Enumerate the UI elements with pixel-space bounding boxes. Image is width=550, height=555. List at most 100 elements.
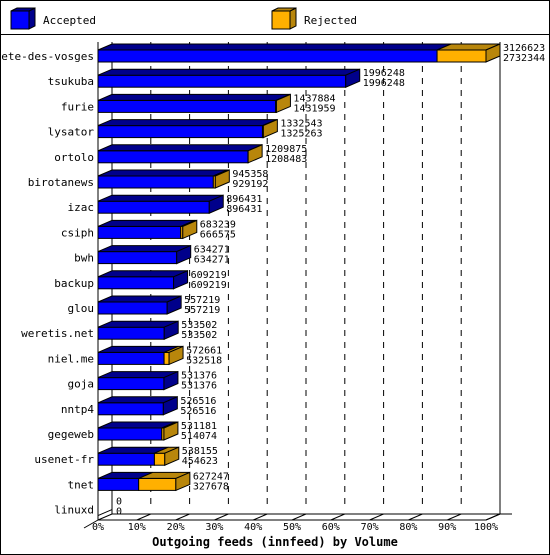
bar-accepted [97, 427, 163, 441]
bar-accepted [97, 200, 210, 214]
bar-accepted [97, 301, 168, 315]
bar-accepted-top [97, 43, 452, 51]
category-label: usenet-fr [34, 453, 94, 466]
category-label: bete-des-vosges [0, 50, 94, 63]
bar-accepted-top [97, 194, 224, 202]
bar-accepted-top [97, 169, 228, 177]
category-label: goja [68, 378, 95, 391]
category-label: ortolo [54, 151, 94, 164]
bar-accepted-top [97, 93, 290, 101]
x-tick-label: 90% [438, 522, 456, 533]
value-label-accepted: 1208483 [265, 154, 307, 165]
legend-swatch-rejected [271, 10, 291, 30]
x-tick-label: 0% [92, 522, 104, 533]
value-label-accepted: 454623 [182, 456, 218, 467]
bar-group [97, 93, 291, 114]
legend-swatch-rejected-side [289, 7, 297, 30]
x-tick-label: 10% [128, 522, 146, 533]
category-label: backup [54, 277, 94, 290]
bar-group [97, 270, 189, 290]
bar-accepted [97, 326, 165, 340]
x-tick-mark [175, 513, 190, 521]
bar-group [97, 370, 179, 391]
category-label: niel.me [48, 352, 94, 365]
bar-rejected [138, 477, 177, 491]
value-label-accepted: 327678 [193, 481, 229, 492]
value-label-accepted: 1431959 [293, 103, 335, 114]
category-label: lysator [48, 126, 95, 139]
x-tick-label: 20% [167, 522, 185, 533]
floor-right-edge [485, 513, 501, 521]
bar-group [97, 118, 278, 139]
bar-group [97, 446, 180, 466]
bar-group [97, 43, 501, 63]
bar-group [97, 421, 179, 441]
bar-group [97, 169, 230, 189]
category-label: tsukuba [48, 75, 94, 88]
category-label: tnet [68, 478, 95, 491]
category-label: birotanews [28, 176, 94, 189]
bar-accepted-top [97, 144, 263, 152]
x-tick-mark [408, 513, 423, 521]
bar-accepted-top [97, 219, 195, 227]
x-tick-label: 80% [399, 522, 417, 533]
value-label-accepted: 1325263 [280, 129, 322, 140]
category-label: furie [61, 100, 94, 113]
category-label: csiph [61, 226, 94, 239]
bar-group [97, 345, 184, 366]
bar-group [97, 396, 178, 416]
bar-group [97, 244, 192, 265]
bar-accepted [97, 276, 175, 290]
value-label-accepted: 666575 [200, 229, 236, 240]
value-label-accepted: 557219 [184, 305, 220, 316]
bar-group [97, 219, 198, 240]
bar-rejected [153, 452, 166, 466]
category-label: nntp4 [61, 403, 94, 416]
value-label-accepted: 514074 [181, 431, 217, 442]
x-tick-mark [291, 513, 307, 521]
legend-item-accepted: Accepted [10, 7, 96, 30]
category-label: gegeweb [48, 428, 94, 441]
bar-accepted-top [97, 68, 360, 76]
bar-accepted-top [97, 270, 188, 278]
bar-accepted-top [97, 245, 191, 253]
x-tick-label: 60% [322, 522, 340, 533]
x-tick-label: 40% [244, 522, 262, 533]
value-label-accepted: 2732344 [503, 53, 545, 64]
bar-group [97, 144, 263, 164]
x-tick-mark [136, 513, 151, 521]
bar-accepted [97, 477, 140, 491]
category-label: linuxd [54, 504, 94, 517]
bar-accepted-top [97, 119, 277, 127]
category-label: bwh [74, 252, 94, 265]
x-tick-mark [369, 513, 384, 521]
x-tick-mark [253, 513, 268, 521]
legend-swatch-accepted [10, 10, 30, 30]
legend-label-accepted: Accepted [43, 14, 96, 27]
bar-accepted [97, 452, 155, 466]
bar-group [97, 320, 179, 340]
bar-chart: Accepted Rejected bete-des-vosges tsukuba… [0, 7, 545, 549]
bar-accepted [97, 225, 182, 239]
x-tick-labels: 0% 10% 20% 30% 40% 50% 60% 70% 80% 90% 100% [92, 522, 498, 533]
value-label-accepted: 531376 [181, 381, 217, 392]
bar-group [97, 194, 224, 214]
value-label-accepted: 609219 [191, 280, 227, 291]
value-label-accepted: 533502 [181, 330, 217, 341]
value-label-accepted: 929192 [232, 179, 268, 190]
legend-swatch-accepted-side [28, 7, 36, 30]
bar-accepted [97, 49, 438, 63]
category-label: izac [68, 201, 95, 214]
x-tick-label: 100% [474, 522, 498, 533]
bar-accepted [97, 251, 178, 265]
bar-group [97, 471, 191, 492]
bar-accepted [97, 99, 277, 113]
x-tick-label: 30% [205, 522, 223, 533]
bar-group [97, 295, 182, 315]
bar-accepted [97, 402, 164, 416]
bar-rejected [163, 351, 170, 365]
x-tick-label: 70% [361, 522, 379, 533]
x-tick-mark [214, 513, 229, 521]
bar-accepted [97, 125, 263, 139]
bar-rejected [436, 49, 487, 63]
